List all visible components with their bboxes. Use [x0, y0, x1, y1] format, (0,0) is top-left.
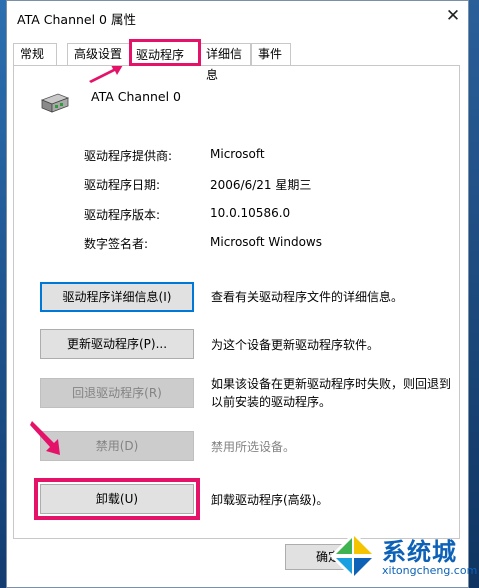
- title-bar: ATA Channel 0 属性 ✕: [7, 1, 468, 33]
- rollback-driver-description-line2: 以前安装的驱动程序。: [211, 395, 332, 409]
- update-driver-description: 为这个设备更新驱动程序软件。: [211, 338, 380, 352]
- version-value: 10.0.10586.0: [210, 206, 291, 220]
- annotation-arrow-uninstall-icon: [30, 421, 60, 455]
- tab-details[interactable]: 详细信息: [199, 43, 251, 82]
- watermark-logo-icon: [330, 532, 378, 580]
- watermark-url: xitongcheng.com: [382, 564, 478, 577]
- provider-label: 驱动程序提供商:: [84, 149, 173, 163]
- date-label: 驱动程序日期:: [84, 178, 161, 192]
- date-value: 2006/6/21 星期三: [210, 178, 312, 192]
- driver-tab-panel: ATA Channel 0 驱动程序提供商: Microsoft 驱动程序日期:…: [13, 65, 460, 539]
- provider-value: Microsoft: [210, 147, 265, 161]
- tab-driver[interactable]: 驱动程序: [129, 39, 201, 66]
- close-icon[interactable]: ✕: [442, 5, 464, 27]
- disable-device-description: 禁用所选设备。: [211, 440, 296, 454]
- update-driver-button[interactable]: 更新驱动程序(P)...: [40, 329, 194, 359]
- rollback-driver-button[interactable]: 回退驱动程序(R): [40, 378, 194, 408]
- hardware-device-icon: [40, 93, 70, 113]
- rollback-driver-description-line1: 如果该设备在更新驱动程序时失败，则回退到: [211, 377, 452, 391]
- uninstall-driver-description: 卸载驱动程序(高级)。: [211, 493, 329, 507]
- version-label: 驱动程序版本:: [84, 208, 161, 222]
- window-title: ATA Channel 0 属性: [17, 12, 136, 27]
- properties-dialog: ATA Channel 0 属性 ✕ 常规 高级设置 驱动程序 详细信息 事件 …: [6, 0, 469, 588]
- signer-label: 数字签名者:: [84, 237, 149, 251]
- watermark-text: 系统城: [382, 538, 457, 566]
- driver-details-button[interactable]: 驱动程序详细信息(I): [40, 282, 194, 312]
- signer-value: Microsoft Windows: [210, 235, 322, 249]
- uninstall-driver-button[interactable]: 卸载(U): [34, 478, 200, 520]
- driver-details-description: 查看有关驱动程序文件的详细信息。: [211, 290, 404, 304]
- device-name: ATA Channel 0: [91, 89, 182, 104]
- tab-strip: 常规 高级设置 驱动程序 详细信息 事件: [13, 39, 453, 82]
- watermark: 系统城 xitongcheng.com: [322, 528, 479, 588]
- tab-events[interactable]: 事件: [251, 43, 291, 65]
- tab-general[interactable]: 常规: [13, 43, 57, 65]
